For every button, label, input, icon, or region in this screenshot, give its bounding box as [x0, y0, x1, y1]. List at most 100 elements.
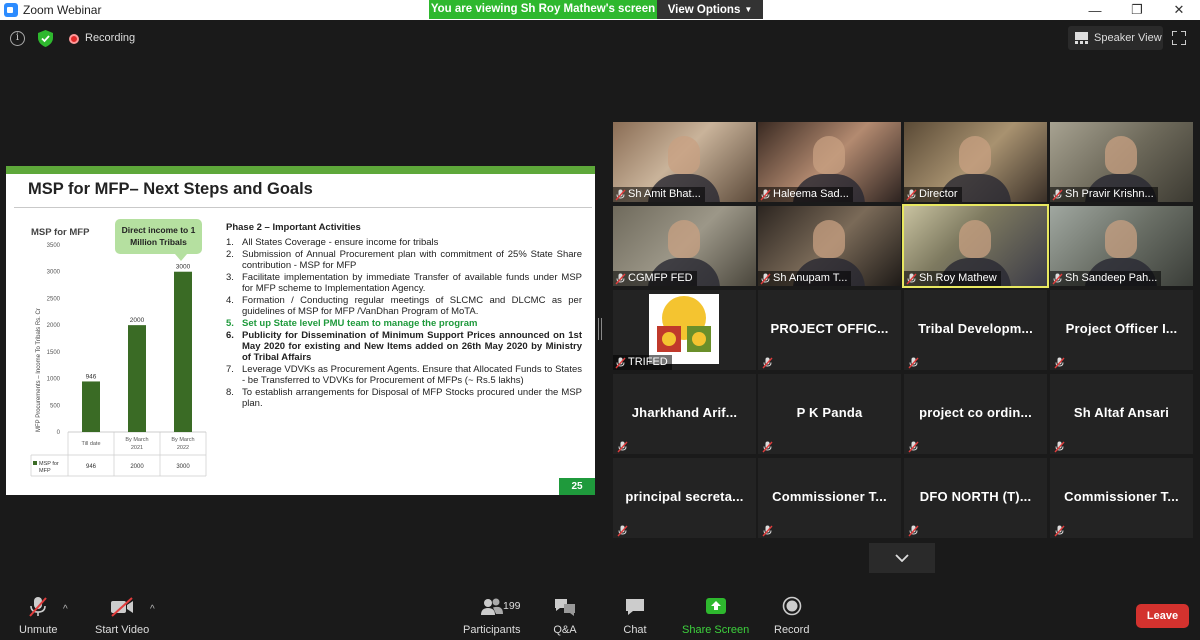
activity-number: 2. [226, 249, 234, 260]
activity-text: Formation / Conducting regular meetings … [242, 295, 582, 317]
video-options-caret-icon[interactable]: ^ [150, 604, 155, 615]
participant-silhouette [813, 220, 845, 258]
participant-nametag: Sh Amit Bhat... [613, 187, 705, 202]
participant-tile[interactable]: Tribal Developm... [904, 290, 1047, 370]
unmute-button[interactable]: Unmute [19, 596, 58, 636]
chart-legend-label: MFP [39, 468, 51, 474]
participant-name: DFO NORTH (T)... [919, 489, 1032, 504]
participant-nametag: Sh Anupam T... [758, 271, 852, 286]
microphone-muted-icon [760, 273, 771, 284]
activity-number: 4. [226, 295, 234, 306]
participant-tile[interactable]: Project Officer I... [1050, 290, 1193, 370]
view-options-button[interactable]: View Options ▼ [657, 0, 763, 19]
encryption-shield-icon[interactable] [38, 30, 53, 47]
participant-tile[interactable]: Commissioner T... [758, 458, 901, 538]
panel-splitter-handle[interactable] [598, 318, 602, 340]
participant-nametag: Haleema Sad... [758, 187, 853, 202]
chart-ytick-label: 2500 [47, 296, 61, 302]
qa-button[interactable]: Q&A [552, 596, 578, 636]
chart-category-label: Till date [81, 441, 100, 447]
participant-tile[interactable]: principal secreta... [613, 458, 756, 538]
participant-tile[interactable]: project co ordin... [904, 374, 1047, 454]
participant-tile[interactable]: Sh Anupam T... [758, 206, 901, 286]
speaker-view-button[interactable]: Speaker View [1068, 26, 1163, 50]
activity-item: 4. Formation / Conducting regular meeting… [226, 295, 582, 317]
meeting-info-icon[interactable]: i [10, 31, 25, 46]
participant-tile[interactable]: Director [904, 122, 1047, 202]
start-video-label: Start Video [95, 624, 150, 636]
qa-bubbles-icon [555, 599, 575, 616]
microphone-muted-icon [760, 189, 771, 200]
chart-ytick-label: 1000 [47, 377, 61, 383]
participant-name: Sh Altaf Ansari [1073, 405, 1170, 420]
microphone-muted-icon [1052, 273, 1063, 284]
leave-button[interactable]: Leave [1136, 604, 1189, 628]
microphone-muted-icon [1054, 524, 1065, 537]
participant-tile[interactable]: Sh Sandeep Pah... [1050, 206, 1193, 286]
speaker-view-label: Speaker View [1094, 32, 1162, 44]
trifed-logo [649, 294, 719, 364]
chart-title: MSP for MFP [31, 227, 90, 238]
participant-silhouette [959, 220, 991, 258]
participant-name: P K Panda [796, 405, 863, 420]
participant-nametag: Sh Roy Mathew [904, 271, 1001, 286]
chart-ytick-label: 2000 [47, 323, 61, 329]
close-icon[interactable]: ✕ [1158, 0, 1200, 20]
minimize-icon[interactable]: — [1074, 0, 1116, 20]
grid-view-icon [1075, 32, 1088, 44]
restore-icon[interactable]: ❐ [1116, 0, 1158, 20]
microphone-muted-icon [906, 189, 917, 200]
participant-name: PROJECT OFFIC... [770, 321, 889, 336]
chart-table-value: 2000 [130, 464, 144, 470]
participant-tile[interactable]: DFO NORTH (T)... [904, 458, 1047, 538]
activity-item: 5. Set up State level PMU team to manage … [226, 318, 582, 329]
gallery-next-page-button[interactable] [869, 543, 935, 573]
participant-tile[interactable]: PROJECT OFFIC... [758, 290, 901, 370]
fullscreen-icon[interactable] [1172, 31, 1186, 45]
participant-name: Commissioner T... [1064, 489, 1179, 504]
chart-ytick-label: 0 [57, 430, 61, 436]
activity-text: To establish arrangements for Disposal o… [242, 387, 582, 409]
participant-tile[interactable]: Sh Amit Bhat... [613, 122, 756, 202]
trifed-emblem-icon [657, 296, 711, 352]
participant-tile[interactable]: CGMFP FED [613, 206, 756, 286]
chart-category-label: By March [125, 437, 148, 443]
chart-bar [174, 271, 192, 432]
activity-text: Leverage VDVKs as Procurement Agents. En… [242, 364, 582, 386]
participant-name: Sh Roy Mathew [919, 272, 997, 284]
participant-tile[interactable]: TRIFED [613, 290, 756, 370]
recording-dot-icon [69, 34, 79, 44]
activity-item: 6. Publicity for Dissemination of Minimum… [226, 330, 582, 363]
audio-options-caret-icon[interactable]: ^ [63, 604, 68, 615]
start-video-button[interactable]: Start Video [95, 596, 149, 636]
participant-tile[interactable]: Haleema Sad... [758, 122, 901, 202]
participant-nametag: TRIFED [613, 355, 672, 370]
participants-count: 199 [503, 600, 521, 612]
microphone-muted-icon [1052, 189, 1063, 200]
share-screen-icon [705, 598, 726, 614]
phase-heading: Phase 2 – Important Activities [226, 222, 361, 233]
window-title: Zoom Webinar [23, 3, 102, 17]
participant-name: project co ordin... [919, 405, 1032, 420]
participants-label: Participants [463, 624, 521, 636]
activity-number: 1. [226, 237, 234, 248]
microphone-muted-icon [615, 357, 626, 368]
record-button[interactable]: Record [774, 596, 809, 636]
view-options-label: View Options [667, 3, 741, 16]
activity-text: Set up State level PMU team to manage th… [242, 318, 478, 329]
chart-legend-label: MSP for [39, 461, 59, 467]
participant-tile[interactable]: Sh Altaf Ansari [1050, 374, 1193, 454]
qa-label: Q&A [553, 624, 577, 636]
chat-button[interactable]: Chat [622, 596, 648, 636]
participant-tile[interactable]: Sh Roy Mathew [902, 204, 1049, 288]
microphone-muted-icon [908, 524, 919, 537]
chart-ytick-label: 3500 [47, 243, 61, 249]
participant-tile[interactable]: P K Panda [758, 374, 901, 454]
participant-name: principal secreta... [625, 489, 744, 504]
share-screen-button[interactable]: Share Screen [682, 596, 749, 636]
activity-item: 2. Submission of Annual Procurement plan … [226, 249, 582, 271]
participant-tile[interactable]: Commissioner T... [1050, 458, 1193, 538]
chart-category-label: By March [171, 437, 194, 443]
participant-tile[interactable]: Sh Pravir Krishn... [1050, 122, 1193, 202]
participant-tile[interactable]: Jharkhand Arif... [613, 374, 756, 454]
